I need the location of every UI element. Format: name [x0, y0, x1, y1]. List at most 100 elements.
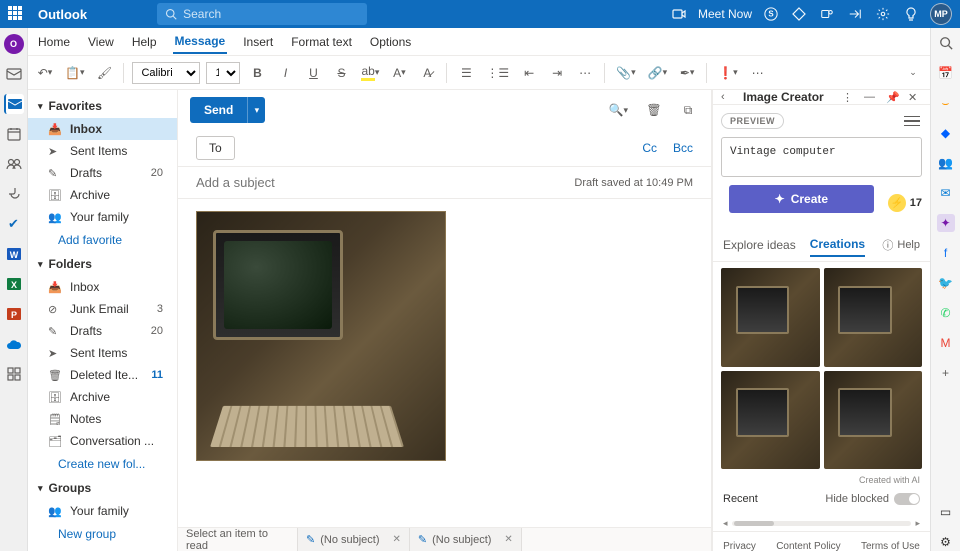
todo-icon[interactable]: ✔	[4, 214, 24, 234]
nav-sent[interactable]: ➤Sent Items	[28, 140, 177, 162]
gmail-icon[interactable]: M	[937, 334, 955, 352]
indent-button[interactable]: ⇥	[546, 61, 568, 85]
nav-group-family[interactable]: 👥Your family	[28, 500, 177, 522]
calendar-sidebar-icon[interactable]: 📅	[937, 64, 955, 82]
generated-image-4[interactable]	[824, 371, 923, 470]
create-folder-link[interactable]: Create new fol...	[28, 452, 177, 476]
tab-insert[interactable]: Insert	[241, 31, 275, 53]
word-icon[interactable]: W	[4, 244, 24, 264]
mail-icon[interactable]	[4, 64, 24, 84]
send-button[interactable]: Send	[190, 97, 247, 123]
nav-conversation[interactable]: 🗂Conversation ...	[28, 430, 177, 452]
org-avatar[interactable]: O	[4, 34, 24, 54]
bullets-button[interactable]: ☰	[455, 61, 477, 85]
sensitivity-button[interactable]: ❗▾	[715, 61, 740, 85]
more-format-button[interactable]: ⋯	[574, 61, 596, 85]
undo-button[interactable]: ↶▾	[34, 61, 56, 85]
status-read[interactable]: Select an item to read	[178, 528, 298, 551]
clear-format-button[interactable]: A̷	[416, 61, 438, 85]
teams-icon[interactable]	[818, 5, 836, 23]
whatsapp-icon[interactable]: ✆	[937, 304, 955, 322]
tab-home[interactable]: Home	[36, 31, 72, 53]
section-groups[interactable]: ▾Groups	[28, 476, 177, 500]
onedrive-icon[interactable]	[4, 334, 24, 354]
more-icon[interactable]: ⋮	[842, 91, 856, 104]
nav-deleted[interactable]: 🗑Deleted Ite...11	[28, 364, 177, 386]
search-input[interactable]	[183, 7, 359, 21]
nav-inbox[interactable]: 📥Inbox	[28, 118, 177, 140]
generated-image-2[interactable]	[824, 268, 923, 367]
diamond-icon[interactable]	[790, 5, 808, 23]
send-dropdown[interactable]: ▾	[247, 97, 265, 123]
amazon-icon[interactable]: ⌣	[937, 94, 955, 112]
pin-icon[interactable]: 📌	[886, 91, 900, 104]
nav-drafts[interactable]: ✎Drafts20	[28, 162, 177, 184]
help-link[interactable]: ⓘHelp	[882, 237, 920, 253]
subject-input[interactable]	[196, 175, 574, 190]
zoom-button[interactable]: 🔍▾	[606, 98, 631, 122]
minimize-icon[interactable]: —	[864, 91, 878, 103]
bold-button[interactable]: B	[246, 61, 268, 85]
new-group-link[interactable]: New group	[28, 522, 177, 546]
font-family-select[interactable]: Calibri	[132, 62, 200, 84]
numbering-button[interactable]: ⋮☰	[483, 61, 512, 85]
italic-button[interactable]: I	[274, 61, 296, 85]
prompt-input[interactable]: Vintage computer	[721, 137, 922, 177]
section-folders[interactable]: ▾Folders	[28, 252, 177, 276]
scroll-right-icon[interactable]: ▸	[915, 518, 920, 529]
format-painter-button[interactable]: 🖌	[93, 61, 115, 85]
more-apps-icon[interactable]	[4, 364, 24, 384]
status-tab-2[interactable]: ✎(No subject)✕	[410, 528, 522, 551]
settings-icon[interactable]	[874, 5, 892, 23]
strikethrough-button[interactable]: S	[330, 61, 352, 85]
tab-format-text[interactable]: Format text	[289, 31, 354, 53]
generated-image-1[interactable]	[721, 268, 820, 367]
nav-sent-2[interactable]: ➤Sent Items	[28, 342, 177, 364]
underline-button[interactable]: U	[302, 61, 324, 85]
nav-drafts-2[interactable]: ✎Drafts20	[28, 320, 177, 342]
to-input[interactable]	[245, 136, 627, 160]
search-sidebar-icon[interactable]	[937, 34, 955, 52]
skype-icon[interactable]: S	[762, 5, 780, 23]
close-tab-1-icon[interactable]: ✕	[393, 534, 401, 545]
status-tab-1[interactable]: ✎(No subject)✕	[298, 528, 410, 551]
generated-image-3[interactable]	[721, 371, 820, 470]
hide-blocked-toggle[interactable]	[894, 493, 920, 505]
tab-message[interactable]: Message	[173, 30, 228, 54]
tab-creations[interactable]: Creations	[810, 233, 865, 257]
powerpoint-icon[interactable]: P	[4, 304, 24, 324]
facebook-icon[interactable]: f	[937, 244, 955, 262]
tab-help[interactable]: Help	[130, 31, 159, 53]
twitter-icon[interactable]: 🐦	[937, 274, 955, 292]
add-app-icon[interactable]: +	[937, 364, 955, 382]
sidebar-settings-icon[interactable]: ⚙	[937, 533, 955, 551]
teams-sidebar-icon[interactable]: 👥	[937, 154, 955, 172]
designer-icon[interactable]: ✦	[937, 214, 955, 232]
nav-junk[interactable]: ⊘Junk Email3	[28, 298, 177, 320]
nav-archive[interactable]: 🗄Archive	[28, 184, 177, 206]
font-color-button[interactable]: A▾	[388, 61, 410, 85]
user-avatar[interactable]: MP	[930, 3, 952, 25]
link-button[interactable]: 🔗▾	[645, 61, 670, 85]
paste-button[interactable]: 📋▾	[62, 61, 87, 85]
outdent-button[interactable]: ⇤	[518, 61, 540, 85]
add-favorite-link[interactable]: Add favorite	[28, 228, 177, 252]
scroll-left-icon[interactable]: ◂	[723, 518, 728, 529]
signature-button[interactable]: ✒▾	[676, 61, 698, 85]
tips-icon[interactable]	[902, 5, 920, 23]
create-button[interactable]: ✦Create	[729, 185, 874, 213]
section-favorites[interactable]: ▾Favorites	[28, 94, 177, 118]
privacy-link[interactable]: Privacy	[723, 541, 756, 551]
bcc-button[interactable]: Bcc	[673, 141, 693, 155]
outlook-sidebar-icon[interactable]: ✉	[937, 184, 955, 202]
tab-options[interactable]: Options	[368, 31, 413, 53]
nav-notes[interactable]: 🗒Notes	[28, 408, 177, 430]
recent-scrollbar[interactable]	[732, 521, 912, 526]
tab-view[interactable]: View	[86, 31, 116, 53]
terms-link[interactable]: Terms of Use	[861, 541, 920, 551]
dropbox-icon[interactable]: ◆	[937, 124, 955, 142]
excel-icon[interactable]: X	[4, 274, 24, 294]
back-icon[interactable]: ‹	[721, 91, 735, 103]
panel-menu-icon[interactable]	[904, 116, 920, 127]
cc-button[interactable]: Cc	[642, 141, 657, 155]
